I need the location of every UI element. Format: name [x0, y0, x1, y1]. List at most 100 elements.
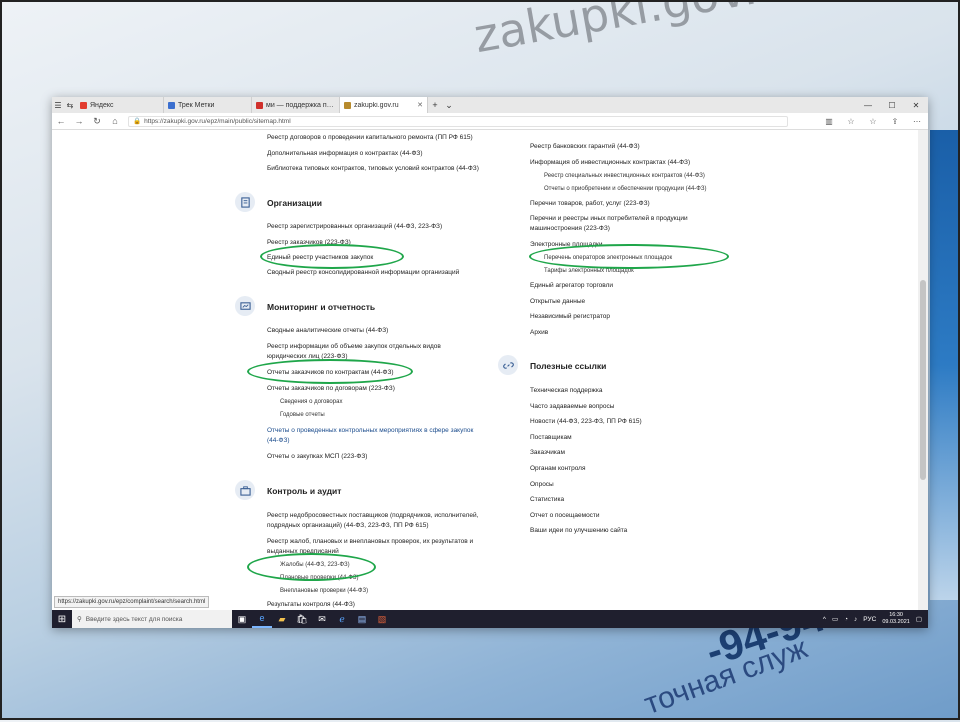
lock-icon: 🔒 [133, 118, 142, 125]
tab-zakupki[interactable]: zakupki.gov.ru ✕ [340, 97, 428, 113]
sitemap-link[interactable]: Перечни товаров, работ, услуг (223-ФЗ) [530, 199, 650, 208]
sitemap-link[interactable]: Ваши идеи по улучшению сайта [530, 526, 627, 535]
back-tabs-icon[interactable]: ⇆ [64, 101, 76, 110]
sitemap-link[interactable]: Единый агрегатор торговли [530, 281, 613, 290]
sitemap-link[interactable]: Реестр договоров о проведении капитально… [267, 133, 473, 142]
tab-bar: ☰ ⇆ Яндекс Трек Метки ми — поддержка пос… [52, 97, 928, 113]
clock-time: 16:30 [889, 612, 903, 618]
tab-support[interactable]: ми — поддержка поставщи [252, 97, 340, 113]
back-arrow-icon[interactable]: ← [52, 116, 70, 126]
tab-label: ми — поддержка поставщи [266, 101, 335, 109]
more-menu-icon[interactable]: ⋯ [906, 117, 928, 126]
sitemap-link[interactable]: Перечни и реестры иных потребителей в пр… [530, 214, 688, 223]
maximize-icon[interactable]: ☐ [880, 101, 904, 110]
sitemap-link[interactable]: Реестр банковских гарантий (44-ФЗ) [530, 142, 640, 151]
useful-links-heading: Полезные ссылки [530, 361, 607, 371]
sitemap-link[interactable]: Независимый регистратор [530, 312, 610, 321]
app-icon[interactable]: ▤ [352, 610, 372, 628]
sitemap-link[interactable]: Архив [530, 328, 548, 337]
organizations-heading: Организации [267, 198, 322, 208]
highlight-oval [260, 244, 404, 269]
refresh-icon[interactable]: ↻ [88, 116, 106, 127]
taskbar: ⊞ ⚲ Введите здесь текст для поиска ▣ e ▰… [52, 610, 928, 628]
tab-list-icon[interactable]: ☰ [52, 101, 64, 110]
sitemap-link[interactable]: Дополнительная информация о контрактах (… [267, 149, 423, 158]
sitemap-link[interactable]: Опросы [530, 480, 554, 489]
powerpoint-icon[interactable]: ▧ [372, 610, 392, 628]
sitemap-link[interactable]: Отчет о посещаемости [530, 511, 600, 520]
system-tray: ^ ▭ ◔ ♪ РУС 16:30 09.03.2021 ▢ [823, 612, 928, 626]
sitemap-link[interactable]: Открытые данные [530, 297, 585, 306]
favorite-star-icon[interactable]: ☆ [840, 117, 862, 126]
sitemap-link[interactable]: Заказчикам [530, 448, 565, 457]
sitemap-link[interactable]: машиностроения (223-ФЗ) [530, 224, 610, 233]
sitemap-link[interactable]: Органам контроля [530, 464, 586, 473]
sitemap-link[interactable]: Отчеты заказчиков по договорам (223-ФЗ) [267, 384, 395, 393]
windows-start-icon[interactable]: ⊞ [52, 614, 72, 625]
sitemap-link[interactable]: Сводные аналитические отчеты (44-ФЗ) [267, 326, 388, 335]
sitemap-link[interactable]: (44-ФЗ) [267, 436, 290, 445]
sitemap-link[interactable]: Поставщикам [530, 433, 572, 442]
sitemap-link[interactable]: Библиотека типовых контрактов, типовых у… [267, 164, 479, 173]
sitemap-sublink[interactable]: Отчеты о приобретении и обеспечении прод… [544, 185, 706, 194]
home-icon[interactable]: ⌂ [106, 116, 124, 126]
sitemap-sublink[interactable]: Сведения о договорах [280, 398, 342, 407]
sitemap-link[interactable]: Сводный реестр консолидированной информа… [267, 268, 459, 277]
sitemap-link[interactable]: Информация об инвестиционных контрактах … [530, 158, 690, 167]
trek-favicon-icon [168, 101, 175, 109]
yandex-favicon-icon [80, 101, 87, 109]
sitemap-link[interactable]: Реестр информации об объеме закупок отде… [267, 342, 441, 351]
control-audit-icon [235, 480, 255, 500]
forward-arrow-icon[interactable]: → [70, 116, 88, 126]
sitemap-link[interactable]: Реестр зарегистрированных организаций (4… [267, 222, 442, 231]
tab-label: zakupki.gov.ru [354, 101, 399, 109]
sitemap-link[interactable]: Реестр недобросовестных поставщиков (под… [267, 511, 478, 520]
sitemap-link[interactable]: Техническая поддержка [530, 386, 602, 395]
mail-icon[interactable]: ✉ [312, 610, 332, 628]
ie-icon[interactable]: ℯ [332, 610, 352, 628]
notifications-icon[interactable]: ▢ [916, 615, 922, 623]
edge-taskbar-icon[interactable]: e [252, 610, 272, 628]
new-tab-icon[interactable]: + [428, 100, 442, 110]
sitemap-link[interactable]: Отчеты о проведенных контрольных меропри… [267, 426, 473, 435]
network-icon[interactable]: ◔ [844, 616, 848, 623]
background-url-text: zakupki.gov.ru/epz/main/public/home.htm [470, 0, 960, 63]
sitemap-link[interactable]: Новости (44-ФЗ, 223-ФЗ, ПП РФ 615) [530, 417, 642, 426]
monitoring-icon [235, 296, 255, 316]
volume-icon[interactable]: ♪ [854, 616, 857, 623]
clock[interactable]: 16:30 09.03.2021 [882, 612, 910, 626]
reading-view-icon[interactable]: ▥ [818, 117, 840, 126]
sitemap-link[interactable]: подрядных организаций) (44-ФЗ, 223-ФЗ, П… [267, 521, 429, 530]
share-icon[interactable]: ⇪ [884, 117, 906, 126]
tab-menu-chevron-icon[interactable]: ⌄ [442, 100, 456, 111]
tab-label: Трек Метки [178, 101, 215, 109]
tab-trek[interactable]: Трек Метки [164, 97, 252, 113]
sitemap-sublink[interactable]: Реестр специальных инвестиционных контра… [544, 172, 705, 181]
language-indicator[interactable]: РУС [863, 616, 876, 623]
minimize-icon[interactable]: — [856, 101, 880, 110]
clock-date: 09.03.2021 [882, 619, 910, 625]
battery-icon[interactable]: ▭ [832, 615, 838, 623]
highlight-oval [529, 244, 729, 269]
taskbar-search-input[interactable]: ⚲ Введите здесь текст для поиска [72, 610, 232, 628]
file-explorer-icon[interactable]: ▰ [272, 610, 292, 628]
url-field[interactable]: 🔒 https://zakupki.gov.ru/epz/main/public… [128, 115, 788, 127]
page-scrollbar[interactable] [918, 130, 928, 610]
sitemap-link[interactable]: Результаты контроля (44-ФЗ) [267, 600, 355, 609]
window-controls: — ☐ ✕ [856, 101, 928, 110]
scrollbar-thumb[interactable] [920, 280, 926, 480]
tray-chevron-icon[interactable]: ^ [823, 616, 826, 623]
sitemap-link[interactable]: Часто задаваемые вопросы [530, 402, 614, 411]
task-view-icon[interactable]: ▣ [232, 610, 252, 628]
sitemap-sublink[interactable]: Внеплановые проверки (44-ФЗ) [280, 587, 368, 596]
sitemap-link[interactable]: Статистика [530, 495, 564, 504]
sitemap-link[interactable]: Отчеты о закупках МСП (223-ФЗ) [267, 452, 367, 461]
store-icon[interactable]: 🛍 [292, 610, 312, 628]
tab-yandex[interactable]: Яндекс [76, 97, 164, 113]
sitemap-link[interactable]: Реестр жалоб, плановых и внеплановых про… [267, 537, 473, 546]
favorites-hub-icon[interactable]: ☆ [862, 117, 884, 126]
sitemap-sublink[interactable]: Годовые отчеты [280, 411, 325, 420]
highlight-oval [247, 553, 376, 581]
close-tab-icon[interactable]: ✕ [417, 101, 423, 109]
close-window-icon[interactable]: ✕ [904, 101, 928, 110]
